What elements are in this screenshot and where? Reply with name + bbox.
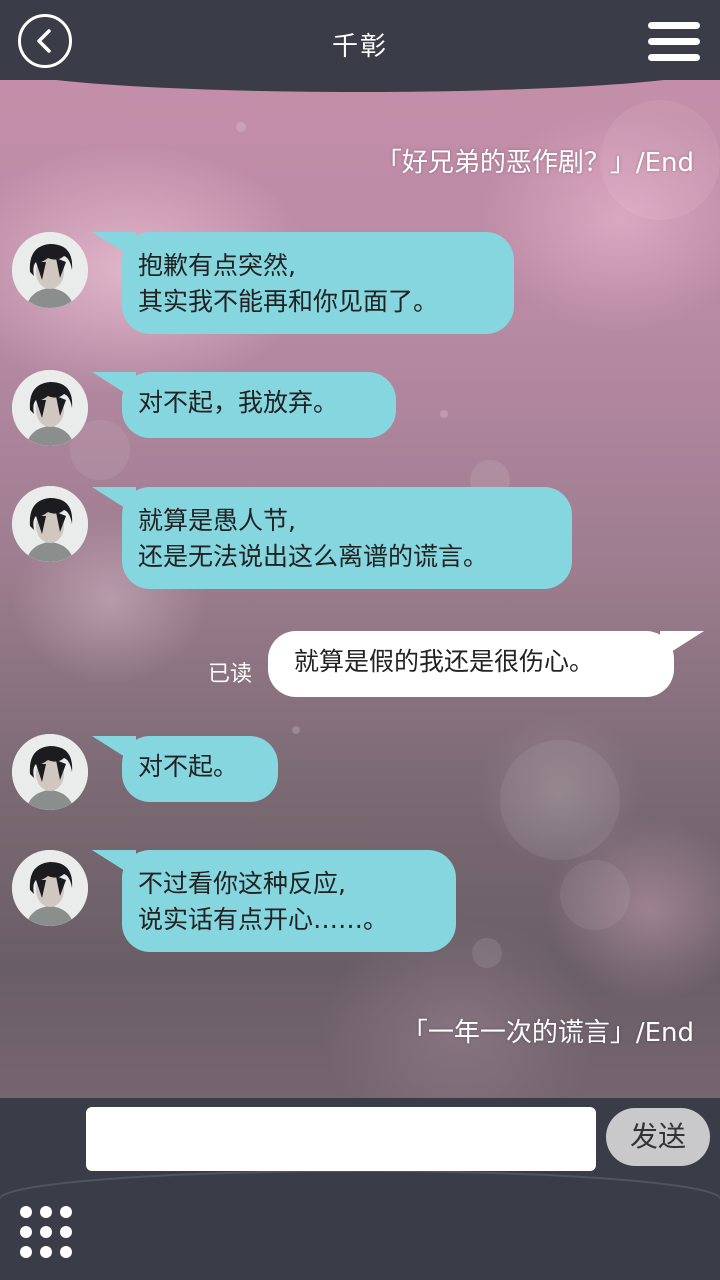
message-bubble-received: 不过看你这种反应, 说实话有点开心……。 bbox=[92, 850, 456, 952]
message-line: 不过看你这种反应, bbox=[138, 869, 346, 898]
contact-avatar[interactable] bbox=[12, 486, 88, 562]
avatar-portrait-icon bbox=[12, 734, 88, 810]
read-status: 已读 bbox=[208, 662, 253, 687]
apps-grid-button[interactable] bbox=[20, 1206, 74, 1260]
ending-label-bottom: 「一年一次的谎言」/End bbox=[401, 1018, 694, 1048]
chat-title: 千彰 bbox=[331, 32, 388, 62]
bottom-bar bbox=[0, 1172, 720, 1280]
ending-label-top: 「好兄弟的恶作剧？」/End bbox=[375, 148, 694, 178]
message-line: 抱歉有点突然, bbox=[138, 251, 296, 280]
message-bubble-sent: 就算是假的我还是很伤心。 bbox=[268, 631, 704, 697]
message-line: 就算是假的我还是很伤心。 bbox=[294, 647, 595, 676]
avatar-portrait-icon bbox=[12, 232, 88, 308]
contact-avatar[interactable] bbox=[12, 370, 88, 446]
contact-avatar[interactable] bbox=[12, 232, 88, 308]
avatar-portrait-icon bbox=[12, 486, 88, 562]
message-bubble-received: 抱歉有点突然, 其实我不能再和你见面了。 bbox=[92, 232, 514, 334]
message-line: 说实话有点开心……。 bbox=[138, 905, 389, 934]
send-button[interactable]: 发送 bbox=[606, 1108, 710, 1166]
message-line: 其实我不能再和你见面了。 bbox=[138, 287, 439, 316]
message-input[interactable] bbox=[86, 1107, 596, 1171]
hamburger-menu-icon bbox=[648, 22, 700, 29]
contact-avatar[interactable] bbox=[12, 850, 88, 926]
message-bubble-received: 对不起，我放弃。 bbox=[92, 372, 396, 438]
avatar-portrait-icon bbox=[12, 370, 88, 446]
message-bubble-received: 就算是愚人节, 还是无法说出这么离谱的谎言。 bbox=[92, 487, 572, 589]
app-header: 千彰 bbox=[0, 0, 720, 92]
contact-avatar[interactable] bbox=[12, 734, 88, 810]
message-line: 就算是愚人节, bbox=[138, 506, 296, 535]
message-bubble-received: 对不起。 bbox=[92, 736, 278, 802]
message-line: 还是无法说出这么离谱的谎言。 bbox=[138, 542, 489, 571]
menu-button[interactable] bbox=[648, 22, 700, 68]
apps-grid-icon bbox=[20, 1206, 32, 1218]
avatar-portrait-icon bbox=[12, 850, 88, 926]
message-line: 对不起。 bbox=[138, 752, 239, 781]
message-line: 对不起，我放弃。 bbox=[138, 388, 339, 417]
